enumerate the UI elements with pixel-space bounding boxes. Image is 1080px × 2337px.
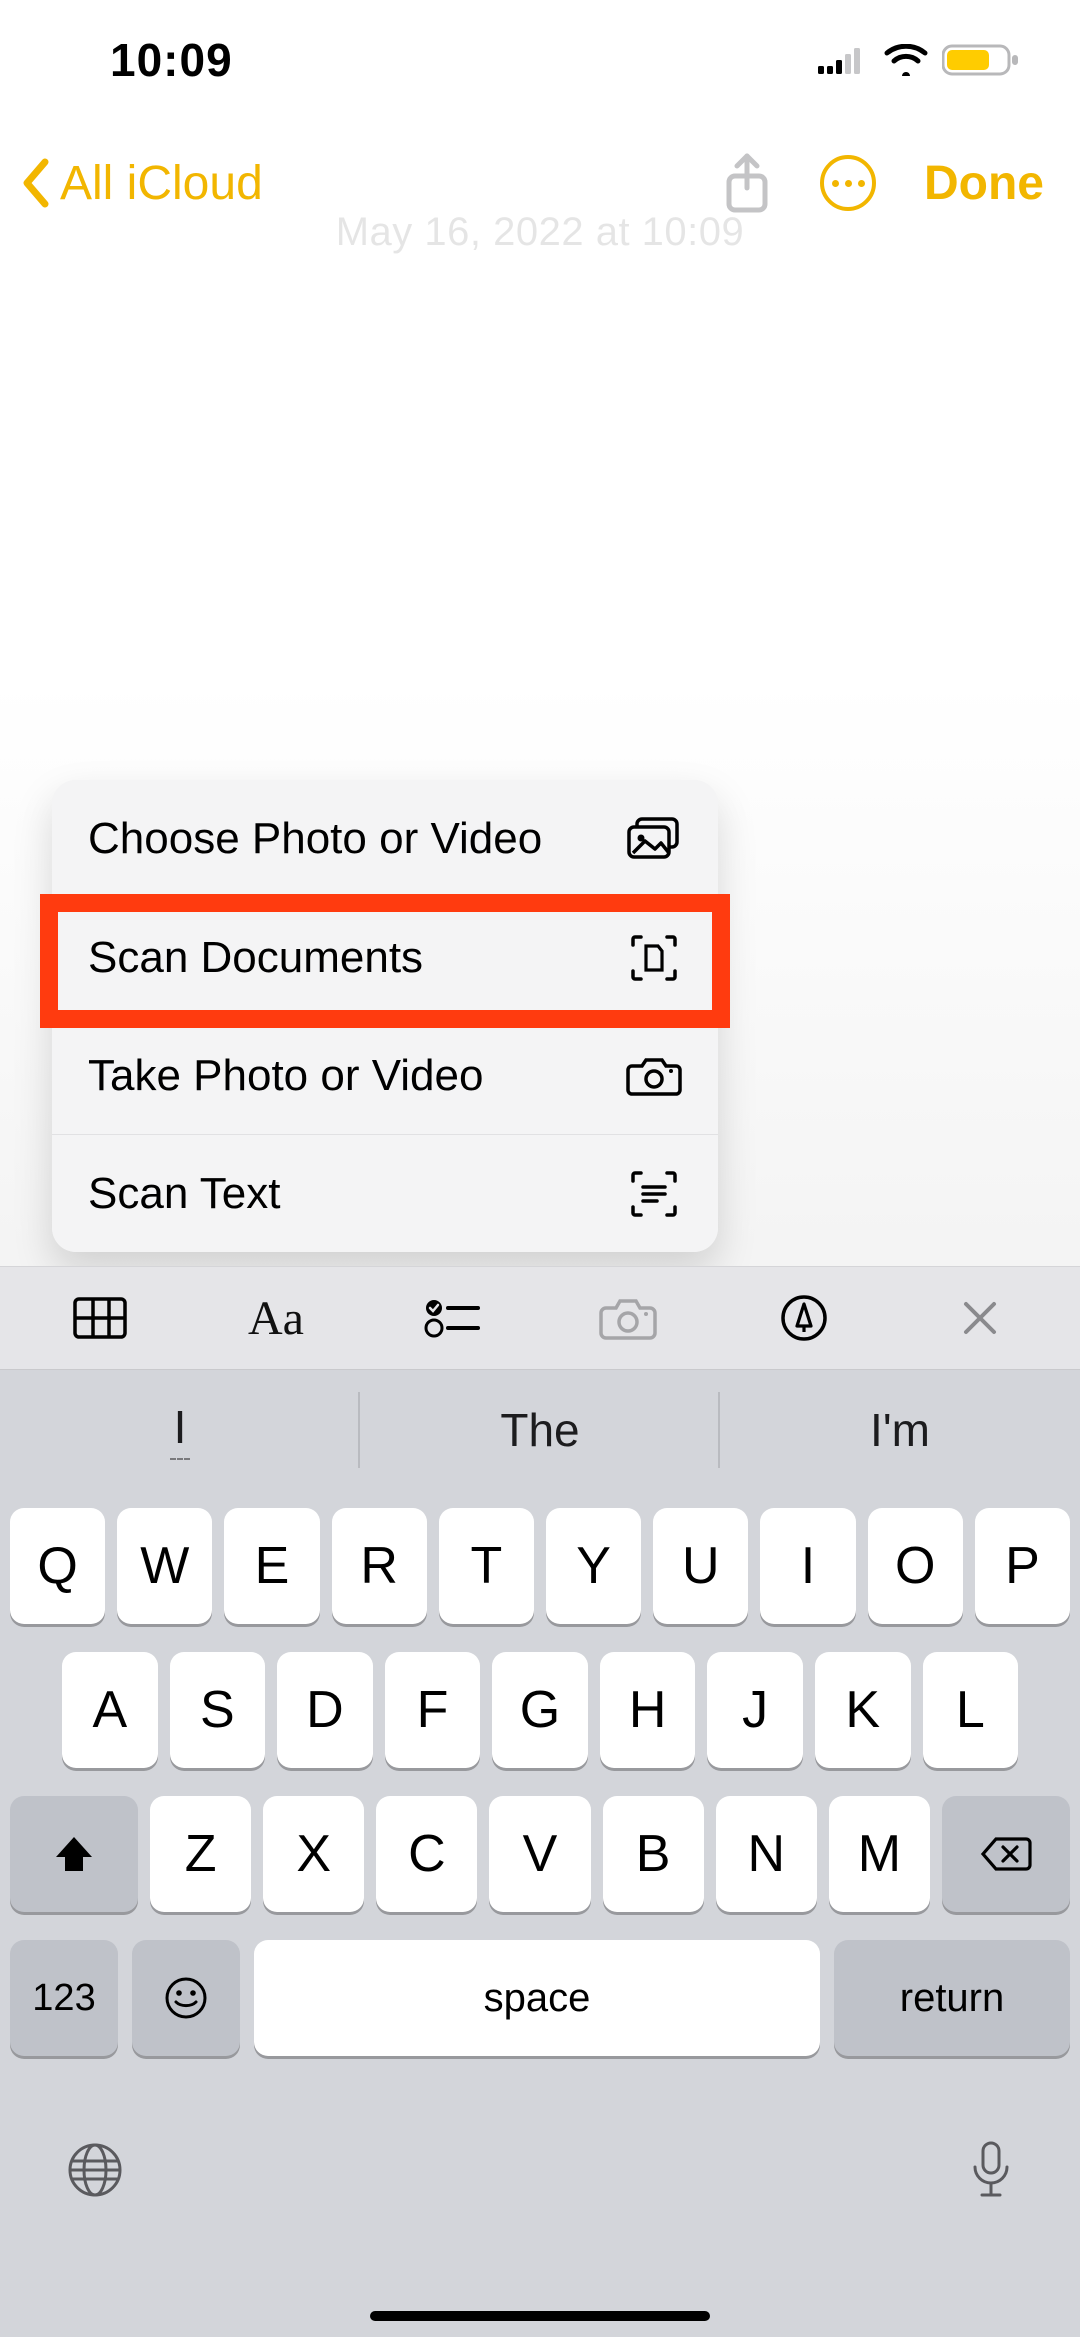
suggestion-3[interactable]: I'm xyxy=(720,1370,1080,1490)
note-date: May 16, 2022 at 10:09 xyxy=(0,210,1080,255)
back-label: All iCloud xyxy=(60,156,263,211)
key-numbers[interactable]: 123 xyxy=(10,1940,118,2056)
doc-scan-icon xyxy=(626,930,682,986)
key-shift[interactable] xyxy=(10,1796,138,1912)
key-i[interactable]: I xyxy=(760,1508,855,1624)
key-j[interactable]: J xyxy=(707,1652,803,1768)
key-s[interactable]: S xyxy=(170,1652,266,1768)
key-space[interactable]: space xyxy=(254,1940,820,2056)
aa-icon: Aa xyxy=(248,1291,304,1346)
menu-item-label: Scan Text xyxy=(88,1169,280,1219)
suggestion-2[interactable]: The xyxy=(360,1370,720,1490)
camera-icon xyxy=(626,1048,682,1104)
key-b[interactable]: B xyxy=(603,1796,704,1912)
markup-button[interactable] xyxy=(724,1274,884,1362)
key-d[interactable]: D xyxy=(277,1652,373,1768)
key-y[interactable]: Y xyxy=(546,1508,641,1624)
cellular-signal-icon xyxy=(818,46,870,74)
key-e[interactable]: E xyxy=(224,1508,319,1624)
dictation-button[interactable] xyxy=(968,2139,1014,2201)
shift-icon xyxy=(52,1833,96,1875)
suggestion-1[interactable]: I xyxy=(0,1370,360,1490)
nav-right: Done xyxy=(722,152,1044,214)
camera-icon xyxy=(598,1294,658,1342)
globe-icon xyxy=(66,2141,124,2199)
home-indicator[interactable] xyxy=(370,2311,710,2321)
key-u[interactable]: U xyxy=(653,1508,748,1624)
more-button[interactable] xyxy=(820,155,876,211)
keyboard: Q W E R T Y U I O P A S D F G H J K L Z … xyxy=(0,1490,1080,2337)
status-bar: 10:09 xyxy=(0,0,1080,120)
key-k[interactable]: K xyxy=(815,1652,911,1768)
key-t[interactable]: T xyxy=(439,1508,534,1624)
checklist-button[interactable] xyxy=(372,1274,532,1362)
table-icon xyxy=(73,1297,127,1339)
key-x[interactable]: X xyxy=(263,1796,364,1912)
key-w[interactable]: W xyxy=(117,1508,212,1624)
key-emoji[interactable] xyxy=(132,1940,240,2056)
share-button[interactable] xyxy=(722,152,772,214)
menu-item-label: Take Photo or Video xyxy=(88,1051,483,1101)
format-toolbar: Aa xyxy=(0,1266,1080,1370)
menu-take-photo-video[interactable]: Take Photo or Video xyxy=(52,1016,718,1134)
checklist-icon xyxy=(424,1298,480,1338)
key-return[interactable]: return xyxy=(834,1940,1070,2056)
markup-icon xyxy=(780,1294,828,1342)
key-g[interactable]: G xyxy=(492,1652,588,1768)
key-o[interactable]: O xyxy=(868,1508,963,1624)
clock: 10:09 xyxy=(110,33,233,87)
insert-table-button[interactable] xyxy=(20,1274,180,1362)
text-scan-icon xyxy=(626,1166,682,1222)
emoji-icon xyxy=(164,1976,208,2020)
wifi-icon xyxy=(884,44,928,76)
battery-icon xyxy=(942,42,1020,78)
keyboard-bottom-row xyxy=(10,2084,1070,2234)
key-backspace[interactable] xyxy=(942,1796,1070,1912)
key-a[interactable]: A xyxy=(62,1652,158,1768)
keyboard-row-1: Q W E R T Y U I O P xyxy=(10,1508,1070,1624)
key-p[interactable]: P xyxy=(975,1508,1070,1624)
backspace-icon xyxy=(980,1835,1032,1873)
menu-item-label: Choose Photo or Video xyxy=(88,814,542,864)
key-v[interactable]: V xyxy=(489,1796,590,1912)
menu-scan-documents[interactable]: Scan Documents xyxy=(52,898,718,1016)
keyboard-row-4: 123 space return xyxy=(10,1940,1070,2056)
key-m[interactable]: M xyxy=(829,1796,930,1912)
text-format-button[interactable]: Aa xyxy=(196,1274,356,1362)
key-r[interactable]: R xyxy=(332,1508,427,1624)
close-icon xyxy=(960,1298,1000,1338)
close-toolbar-button[interactable] xyxy=(900,1274,1060,1362)
menu-choose-photo-video[interactable]: Choose Photo or Video xyxy=(52,780,718,898)
globe-button[interactable] xyxy=(66,2141,124,2199)
keyboard-row-2: A S D F G H J K L xyxy=(10,1652,1070,1768)
key-n[interactable]: N xyxy=(716,1796,817,1912)
back-button[interactable]: All iCloud xyxy=(18,155,263,211)
done-button[interactable]: Done xyxy=(924,156,1044,211)
keyboard-suggestions: I The I'm xyxy=(0,1370,1080,1490)
camera-attachment-menu: Choose Photo or Video Scan Documents Tak… xyxy=(52,780,718,1252)
key-l[interactable]: L xyxy=(923,1652,1019,1768)
status-right xyxy=(818,42,1020,78)
keyboard-row-3: Z X C V B N M xyxy=(10,1796,1070,1912)
chevron-left-icon xyxy=(18,155,54,211)
key-f[interactable]: F xyxy=(385,1652,481,1768)
ellipsis-icon xyxy=(832,180,865,187)
key-q[interactable]: Q xyxy=(10,1508,105,1624)
key-z[interactable]: Z xyxy=(150,1796,251,1912)
key-c[interactable]: C xyxy=(376,1796,477,1912)
mic-icon xyxy=(968,2139,1014,2201)
menu-item-label: Scan Documents xyxy=(88,933,423,983)
menu-scan-text[interactable]: Scan Text xyxy=(52,1134,718,1252)
camera-attachment-button[interactable] xyxy=(548,1274,708,1362)
key-h[interactable]: H xyxy=(600,1652,696,1768)
photos-icon xyxy=(626,811,682,867)
